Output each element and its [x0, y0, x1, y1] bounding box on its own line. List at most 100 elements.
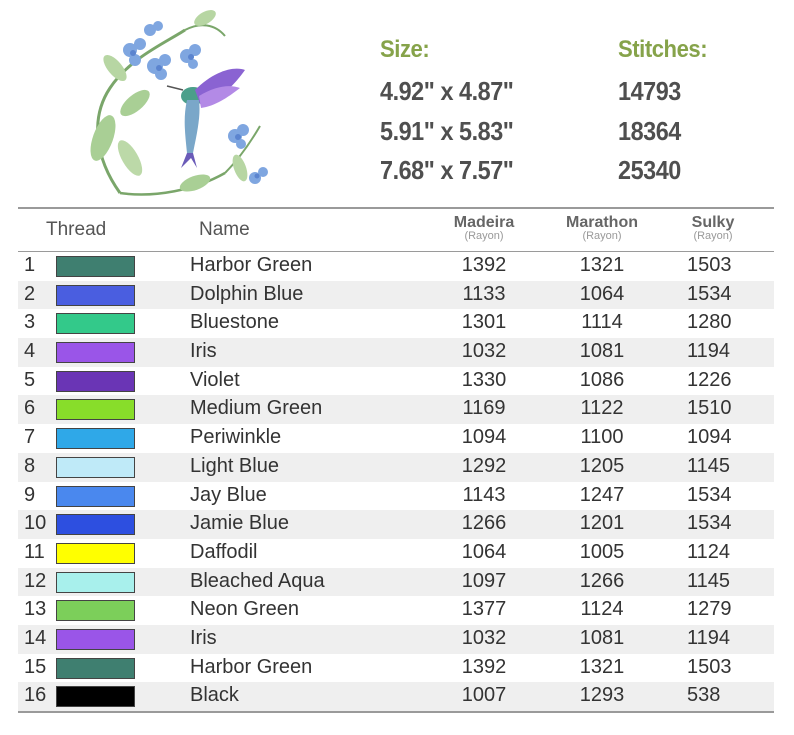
thread-name: Black — [190, 684, 239, 707]
row-number: 7 — [24, 426, 36, 449]
sulky-code: 1534 — [687, 512, 732, 535]
table-row: 14 Iris 1032 1081 1194 — [18, 624, 774, 654]
stitches-value: 18364 — [618, 115, 681, 146]
thread-name: Jay Blue — [190, 483, 267, 506]
name-column-header: Name — [199, 219, 250, 240]
madeira-code: 1330 — [461, 368, 507, 391]
row-number: 6 — [24, 397, 36, 420]
size-value: 4.92" x 4.87" — [380, 76, 514, 106]
sulky-code: 1094 — [687, 426, 732, 449]
sulky-code: 1226 — [687, 368, 732, 391]
table-row: 12 Bleached Aqua 1097 1266 1145 — [18, 567, 774, 597]
sulky-code: 1279 — [687, 598, 732, 621]
sulky-code: 1124 — [687, 540, 731, 563]
thread-name: Violet — [190, 368, 240, 391]
row-number: 12 — [24, 569, 47, 592]
sulky-code: 1534 — [687, 282, 732, 305]
row-number: 8 — [24, 454, 36, 477]
thread-name: Jamie Blue — [190, 512, 289, 535]
marathon-code: 1266 — [579, 569, 625, 592]
madeira-code: 1133 — [462, 282, 506, 305]
madeira-code: 1377 — [461, 598, 507, 621]
table-row: 13 Neon Green 1377 1124 1279 — [18, 596, 774, 625]
madeira-code: 1094 — [461, 426, 507, 449]
row-number: 4 — [24, 340, 36, 363]
madeira-column-header: Madeira (Rayon) — [439, 214, 529, 242]
thread-color-swatch — [56, 456, 135, 478]
marathon-label: Marathon — [566, 214, 638, 231]
table-body: 1 Harbor Green 1392 1321 1503 2 Dolphin Blue 11… — [18, 252, 774, 711]
size-value: 5.91" x 5.83" — [380, 115, 514, 146]
table-row: 2 Dolphin Blue 1133 1064 1534 — [18, 280, 774, 310]
stitches-column: Stitches: 14793 18364 25340 — [618, 34, 768, 191]
sulky-code: 1534 — [687, 483, 732, 506]
thread-color-swatch — [56, 342, 135, 364]
table-row: 16 Black 1007 1293 538 — [18, 682, 774, 711]
thread-color-swatch — [56, 571, 135, 593]
row-number: 10 — [24, 512, 47, 535]
sulky-code: 1145 — [687, 569, 731, 592]
marathon-code: 1124 — [580, 598, 624, 621]
thread-column-header: Thread — [46, 219, 107, 240]
stitches-value: 25340 — [618, 155, 681, 185]
madeira-code: 1301 — [461, 311, 507, 334]
thread-name: Light Blue — [190, 454, 279, 477]
thread-color-swatch — [56, 313, 135, 335]
madeira-code: 1169 — [462, 397, 506, 420]
row-number: 15 — [24, 655, 47, 678]
row-number: 1 — [24, 254, 36, 276]
table-row: 9 Jay Blue 1143 1247 1534 — [18, 482, 774, 511]
sulky-label: Sulky — [691, 214, 735, 231]
row-number: 9 — [24, 483, 36, 506]
table-row: 3 Bluestone 1301 1114 1280 — [18, 309, 774, 338]
thread-color-swatch — [56, 542, 135, 564]
table-row: 15 Harbor Green 1392 1321 1503 — [18, 654, 774, 683]
marathon-code: 1114 — [581, 311, 623, 334]
thread-name: Bleached Aqua — [190, 569, 325, 592]
madeira-sublabel: (Rayon) — [464, 230, 504, 242]
sulky-code: 1510 — [687, 397, 732, 420]
thread-color-swatch — [56, 399, 135, 421]
madeira-code: 1392 — [461, 655, 507, 678]
marathon-code: 1293 — [579, 684, 625, 707]
madeira-code: 1266 — [461, 512, 507, 535]
thread-name: Periwinkle — [190, 426, 282, 449]
stitches-header: Stitches: — [618, 36, 708, 63]
marathon-column-header: Marathon (Rayon) — [556, 214, 648, 242]
thread-name: Iris — [190, 626, 217, 649]
table-row: 10 Jamie Blue 1266 1201 1534 — [18, 510, 774, 539]
sulky-code: 1503 — [687, 254, 732, 276]
size-header: Size: — [380, 36, 430, 63]
marathon-code: 1081 — [579, 340, 625, 363]
thread-name: Bluestone — [190, 311, 279, 334]
row-number: 3 — [24, 311, 36, 334]
sulky-code: 1194 — [687, 340, 731, 363]
table-row: 8 Light Blue 1292 1205 1145 — [18, 452, 774, 482]
madeira-code: 1007 — [461, 684, 507, 707]
marathon-code: 1247 — [579, 483, 625, 506]
marathon-code: 1005 — [579, 540, 625, 563]
thread-name: Medium Green — [190, 397, 323, 420]
table-header-row: Thread Name Madeira (Rayon) Marathon (Ra… — [18, 209, 774, 252]
sulky-column-header: Sulky (Rayon) — [678, 214, 748, 242]
thread-color-swatch — [56, 485, 135, 507]
madeira-code: 1143 — [462, 483, 506, 506]
marathon-code: 1064 — [579, 282, 625, 305]
table-row: 5 Violet 1330 1086 1226 — [18, 367, 774, 396]
thread-name: Neon Green — [190, 598, 299, 621]
thread-color-table: Thread Name Madeira (Rayon) Marathon (Ra… — [18, 207, 774, 713]
marathon-code: 1100 — [580, 426, 624, 449]
marathon-code: 1122 — [580, 397, 624, 420]
size-column: Size: 4.92" x 4.87" 5.91" x 5.83" 7.68" … — [380, 34, 590, 191]
madeira-code: 1032 — [461, 340, 507, 363]
marathon-code: 1321 — [579, 655, 625, 678]
thread-color-swatch — [56, 370, 135, 392]
row-number: 13 — [24, 598, 47, 621]
thread-color-swatch — [56, 514, 135, 536]
marathon-sublabel: (Rayon) — [582, 230, 622, 242]
thread-color-swatch — [56, 628, 135, 650]
sulky-sublabel: (Rayon) — [693, 230, 733, 242]
row-number: 5 — [24, 368, 36, 391]
madeira-label: Madeira — [453, 214, 515, 231]
thread-color-swatch — [56, 284, 135, 306]
